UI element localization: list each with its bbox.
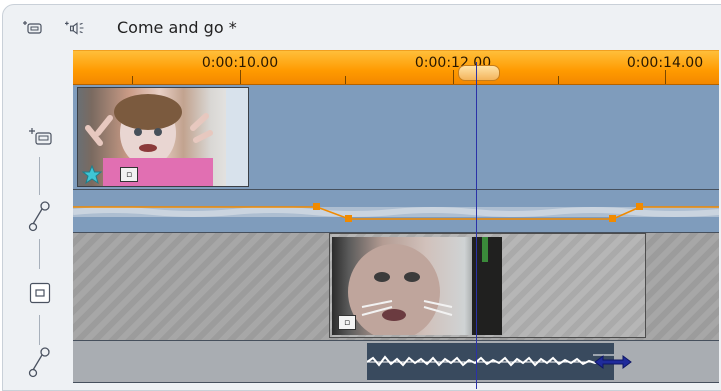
timeline-header: Come and go *	[3, 5, 721, 49]
clip-type-badge-icon: ▫	[338, 315, 356, 330]
track-connector	[39, 315, 40, 345]
video-track-header[interactable]	[3, 117, 76, 157]
overlay-video-track[interactable]: ▫	[73, 233, 719, 341]
track-connector	[39, 239, 40, 269]
video-track-icon[interactable]	[21, 19, 45, 37]
ruler-tick	[558, 76, 559, 84]
scrubber-handle[interactable]	[458, 65, 500, 81]
ruler-label: 0:00:14.00	[626, 55, 704, 71]
overlay-audio-track-header[interactable]	[3, 343, 76, 383]
audio-pen-icon	[28, 347, 50, 378]
track-connector	[39, 157, 40, 195]
ruler-tick	[240, 70, 241, 84]
main-audio-track[interactable]	[73, 190, 719, 233]
time-ruler[interactable]: 0:00:10.00 0:00:12.00 0:00:14.00	[73, 50, 719, 85]
ruler-tick	[132, 76, 133, 84]
video-track-icon	[28, 128, 52, 145]
clip-type-badge-icon: ▫	[120, 167, 138, 182]
star-icon	[82, 165, 102, 185]
trim-arrow-icon	[594, 355, 632, 369]
video-clip-thumbnail[interactable]: ▫	[77, 87, 249, 187]
speaker-icon[interactable]	[65, 19, 89, 37]
ruler-tick	[665, 70, 666, 84]
ruler-tick	[345, 76, 346, 84]
ruler-label: 0:00:10.00	[201, 55, 279, 71]
overlay-audio-track[interactable]	[73, 341, 719, 383]
main-video-track[interactable]: ▫	[73, 85, 719, 190]
audio-clip[interactable]	[367, 343, 614, 380]
audio-pen-icon	[28, 201, 50, 232]
playhead[interactable]	[476, 62, 477, 389]
main-audio-track-header[interactable]	[3, 197, 76, 237]
ruler-tick	[453, 70, 454, 84]
project-title: Come and go *	[117, 18, 237, 37]
overlay-track-header[interactable]	[3, 273, 76, 313]
overlay-track-icon	[29, 282, 50, 304]
overlay-clip[interactable]: ▫	[329, 233, 646, 338]
